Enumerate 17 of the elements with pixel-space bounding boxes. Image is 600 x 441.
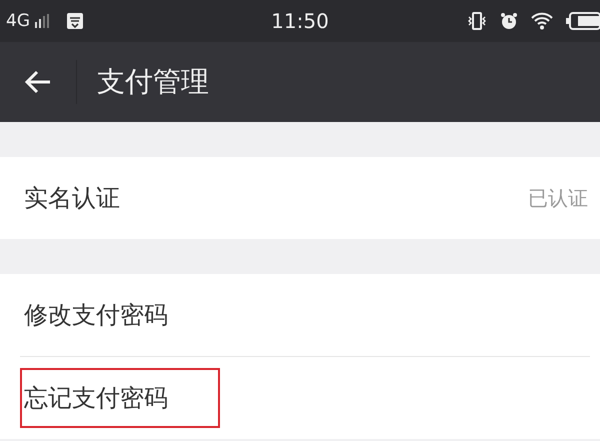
row-label: 忘记支付密码 [20,368,220,428]
notification-icon [66,12,84,30]
row-value: 已认证 [528,184,588,212]
network-type: 4G [6,11,30,31]
wifi-icon [530,12,554,30]
settings-row[interactable]: 忘记支付密码 [0,357,600,439]
back-arrow-icon[interactable] [24,70,52,94]
vibrate-icon [466,12,488,30]
settings-row[interactable]: 实名认证 已认证 [0,157,600,239]
battery-icon [566,12,600,30]
row-label: 修改支付密码 [23,300,169,331]
clock-time: 11:50 [271,9,329,33]
page-title: 支付管理 [97,64,209,100]
signal-icon [34,14,50,28]
row-label: 实名认证 [23,183,121,214]
alarm-icon [500,12,518,30]
settings-row[interactable]: 修改支付密码 [0,274,600,356]
